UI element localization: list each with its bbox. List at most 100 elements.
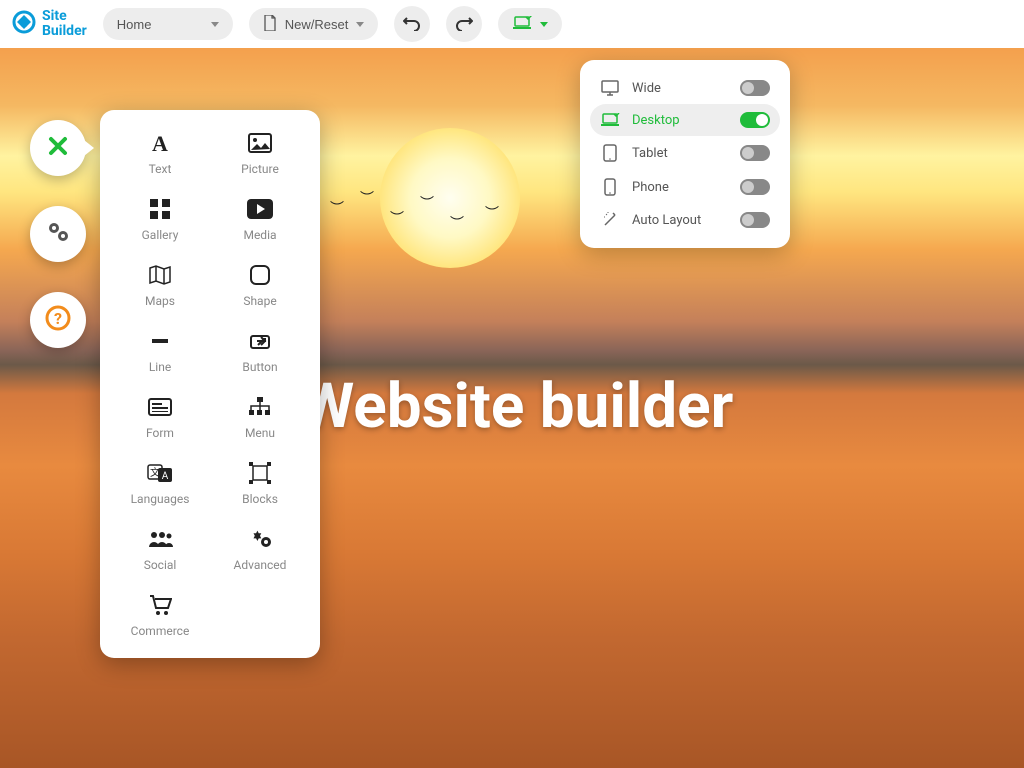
toggle-switch[interactable] [740, 80, 770, 96]
element-label: Media [243, 228, 276, 242]
new-reset-label: New/Reset [285, 17, 349, 32]
undo-icon [403, 15, 421, 34]
element-media[interactable]: Media [212, 196, 308, 242]
toggle-switch[interactable] [740, 212, 770, 228]
element-label: Maps [145, 294, 175, 308]
help-button[interactable]: ? [30, 292, 86, 348]
maps-icon [148, 262, 172, 288]
toggle-switch[interactable] [740, 112, 770, 128]
svg-text:A: A [152, 132, 168, 154]
line-icon [149, 328, 171, 354]
text-icon: A [149, 130, 171, 156]
viewport-label: Wide [632, 81, 728, 96]
page-selector-label: Home [117, 17, 152, 32]
settings-button[interactable] [30, 206, 86, 262]
viewport-option-auto[interactable]: Auto Layout [590, 204, 780, 236]
magic-wand-icon [600, 212, 620, 228]
redo-button[interactable] [446, 6, 482, 42]
viewport-label: Auto Layout [632, 213, 728, 228]
hero-title[interactable]: Website builder [300, 370, 733, 443]
logo-line1: Site [42, 9, 87, 24]
element-label: Picture [241, 162, 279, 176]
element-label: Button [242, 360, 277, 374]
phone-icon [600, 178, 620, 196]
bird-graphic: ︶ [420, 193, 434, 213]
undo-button[interactable] [394, 6, 430, 42]
side-actions: ? [30, 120, 86, 348]
element-maps[interactable]: Maps [112, 262, 208, 308]
viewport-option-desktop[interactable]: Desktop [590, 104, 780, 136]
picture-icon [248, 130, 272, 156]
new-reset-dropdown[interactable]: New/Reset [249, 8, 379, 40]
element-languages[interactable]: 文A Languages [112, 460, 208, 506]
laptop-icon [600, 113, 620, 127]
element-button[interactable]: Button [212, 328, 308, 374]
element-label: Shape [243, 294, 276, 308]
monitor-icon [600, 80, 620, 96]
file-icon [263, 15, 277, 34]
viewport-option-tablet[interactable]: Tablet [590, 136, 780, 170]
gears-icon [45, 219, 71, 249]
page-selector-dropdown[interactable]: Home [103, 8, 233, 40]
element-gallery[interactable]: Gallery [112, 196, 208, 242]
elements-panel: A Text Picture Gallery Media Maps Shape … [100, 110, 320, 658]
logo-icon [12, 10, 36, 38]
sun-graphic [380, 128, 520, 268]
blocks-icon [248, 460, 272, 486]
top-toolbar: Site Builder Home New/Reset [0, 0, 1024, 48]
viewport-label: Tablet [632, 146, 728, 161]
bird-graphic: ︶ [390, 208, 404, 228]
svg-text:?: ? [54, 309, 62, 328]
svg-text:A: A [162, 471, 169, 482]
element-blocks[interactable]: Blocks [212, 460, 308, 506]
chevron-down-icon [211, 22, 219, 27]
logo-line2: Builder [42, 24, 87, 39]
commerce-icon [148, 592, 172, 618]
bird-graphic: ︶ [360, 188, 374, 208]
social-icon [147, 526, 173, 552]
element-picture[interactable]: Picture [212, 130, 308, 176]
element-label: Social [144, 558, 177, 572]
element-label: Line [149, 360, 171, 374]
element-commerce[interactable]: Commerce [112, 592, 208, 638]
element-menu[interactable]: Menu [212, 394, 308, 440]
element-line[interactable]: Line [112, 328, 208, 374]
bird-graphic: ︶ [450, 213, 464, 233]
element-text[interactable]: A Text [112, 130, 208, 176]
element-label: Gallery [142, 228, 179, 242]
chevron-down-icon [540, 22, 548, 27]
viewport-dropdown-button[interactable] [498, 8, 562, 40]
shape-icon [249, 262, 271, 288]
laptop-icon [512, 16, 532, 33]
menu-icon [248, 394, 272, 420]
toggle-switch[interactable] [740, 145, 770, 161]
element-label: Menu [245, 426, 275, 440]
viewport-option-phone[interactable]: Phone [590, 170, 780, 204]
media-icon [247, 196, 273, 222]
element-label: Commerce [131, 624, 190, 638]
viewport-label: Phone [632, 180, 728, 195]
chevron-down-icon [356, 22, 364, 27]
logo-text: Site Builder [42, 9, 87, 40]
toggle-switch[interactable] [740, 179, 770, 195]
bird-graphic: ︶ [485, 203, 499, 223]
element-shape[interactable]: Shape [212, 262, 308, 308]
element-social[interactable]: Social [112, 526, 208, 572]
element-label: Advanced [234, 558, 287, 572]
element-label: Blocks [242, 492, 278, 506]
advanced-icon [247, 526, 273, 552]
help-icon: ? [44, 304, 72, 336]
element-advanced[interactable]: Advanced [212, 526, 308, 572]
logo[interactable]: Site Builder [12, 9, 87, 40]
element-label: Languages [131, 492, 190, 506]
languages-icon: 文A [147, 460, 173, 486]
redo-icon [455, 15, 473, 34]
element-form[interactable]: Form [112, 394, 208, 440]
form-icon [148, 394, 172, 420]
close-icon [47, 135, 69, 161]
close-panel-button[interactable] [30, 120, 86, 176]
viewport-label: Desktop [632, 113, 728, 128]
button-icon [249, 328, 271, 354]
viewport-option-wide[interactable]: Wide [590, 72, 780, 104]
element-label: Text [149, 162, 172, 176]
